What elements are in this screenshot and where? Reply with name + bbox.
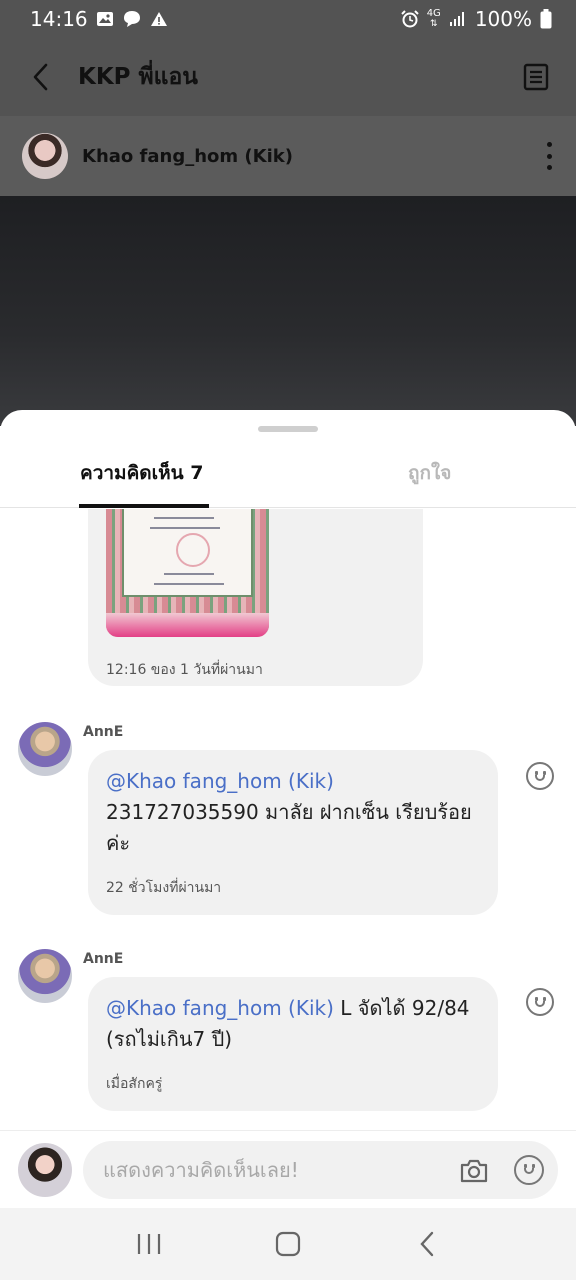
mention-link[interactable]: @Khao fang_hom (Kik) (106, 996, 334, 1020)
recent-apps-icon (138, 1234, 161, 1254)
commenter-avatar[interactable] (18, 722, 72, 776)
post-author-bar: Khao fang_hom (Kik) (0, 116, 576, 196)
system-nav-bar (0, 1208, 576, 1280)
comment-input-bar (0, 1130, 576, 1208)
comment-bubble: @Khao fang_hom (Kik) L จัดได้ 92/84 (รถไ… (88, 977, 498, 1111)
comment-text: @Khao fang_hom (Kik) L จัดได้ 92/84 (รถไ… (106, 993, 480, 1055)
signal-icon (449, 11, 467, 27)
commenter-avatar[interactable] (18, 949, 72, 1003)
my-avatar (18, 1143, 72, 1197)
reaction-smile-icon[interactable] (526, 988, 554, 1016)
document-icon (523, 63, 549, 91)
mention-link[interactable]: @Khao fang_hom (Kik) (106, 769, 334, 793)
comment-bubble-image: 12:16 ของ 1 วันที่ผ่านมา (88, 509, 423, 686)
page-title: KKP พี่แอน (78, 64, 199, 90)
recent-apps-button[interactable] (129, 1224, 169, 1264)
comments-sheet: ความคิดเห็น 7 ถูกใจ 12:16 ของ 1 วันที่ผ่… (0, 410, 576, 1208)
comment-time: 12:16 ของ 1 วันที่ผ่านมา (106, 662, 263, 678)
tab-bar: ความคิดเห็น 7 ถูกใจ (0, 440, 576, 508)
back-button[interactable] (24, 61, 56, 93)
home-icon (275, 1231, 301, 1257)
tab-comments[interactable]: ความคิดเห็น 7 (80, 458, 203, 488)
active-tab-indicator (79, 504, 209, 508)
comment-body: 231727035590 มาลัย ฝากเซ็น เรียบร้อยค่ะ (106, 800, 472, 855)
status-time: 14:16 (30, 7, 88, 31)
author-avatar[interactable] (22, 133, 68, 179)
alarm-icon (400, 10, 419, 28)
home-button[interactable] (268, 1224, 308, 1264)
commenter-name[interactable]: AnnE (83, 951, 123, 967)
network-icon: 4G ⇅ (426, 8, 441, 30)
nav-back-button[interactable] (407, 1224, 447, 1264)
comment-time: 22 ชั่วโมงที่ผ่านมา (106, 880, 222, 896)
status-bar: 14:16 4G ⇅ 100% (0, 0, 576, 38)
chevron-left-icon (33, 63, 48, 91)
chat-bubble-icon (122, 10, 142, 28)
warning-icon (150, 11, 168, 27)
comment-text: @Khao fang_hom (Kik) 231727035590 มาลัย … (106, 766, 480, 859)
document-button[interactable] (520, 61, 552, 93)
battery-percent: 100% (474, 7, 532, 31)
commenter-name[interactable]: AnnE (83, 724, 123, 740)
app-header: KKP พี่แอน (0, 38, 576, 116)
more-options-icon[interactable] (544, 142, 554, 170)
reaction-smile-icon[interactable] (526, 762, 554, 790)
gallery-icon (96, 11, 114, 27)
battery-icon (540, 9, 552, 29)
comment-list[interactable]: 12:16 ของ 1 วันที่ผ่านมา AnnE @Khao fang… (0, 509, 576, 1129)
post-image-backdrop (0, 196, 576, 426)
author-name[interactable]: Khao fang_hom (Kik) (82, 146, 293, 167)
emoji-icon[interactable] (514, 1155, 544, 1185)
comment-time: เมื่อสักครู่ (106, 1076, 163, 1092)
back-arrow-icon (420, 1231, 433, 1257)
sheet-drag-handle[interactable] (258, 426, 318, 432)
camera-icon (460, 1159, 488, 1183)
tab-likes[interactable]: ถูกใจ (408, 458, 451, 488)
certificate-image[interactable] (106, 509, 269, 637)
network-label: 4G (426, 8, 441, 19)
comment-bubble: @Khao fang_hom (Kik) 231727035590 มาลัย … (88, 750, 498, 915)
camera-button[interactable] (458, 1155, 490, 1187)
